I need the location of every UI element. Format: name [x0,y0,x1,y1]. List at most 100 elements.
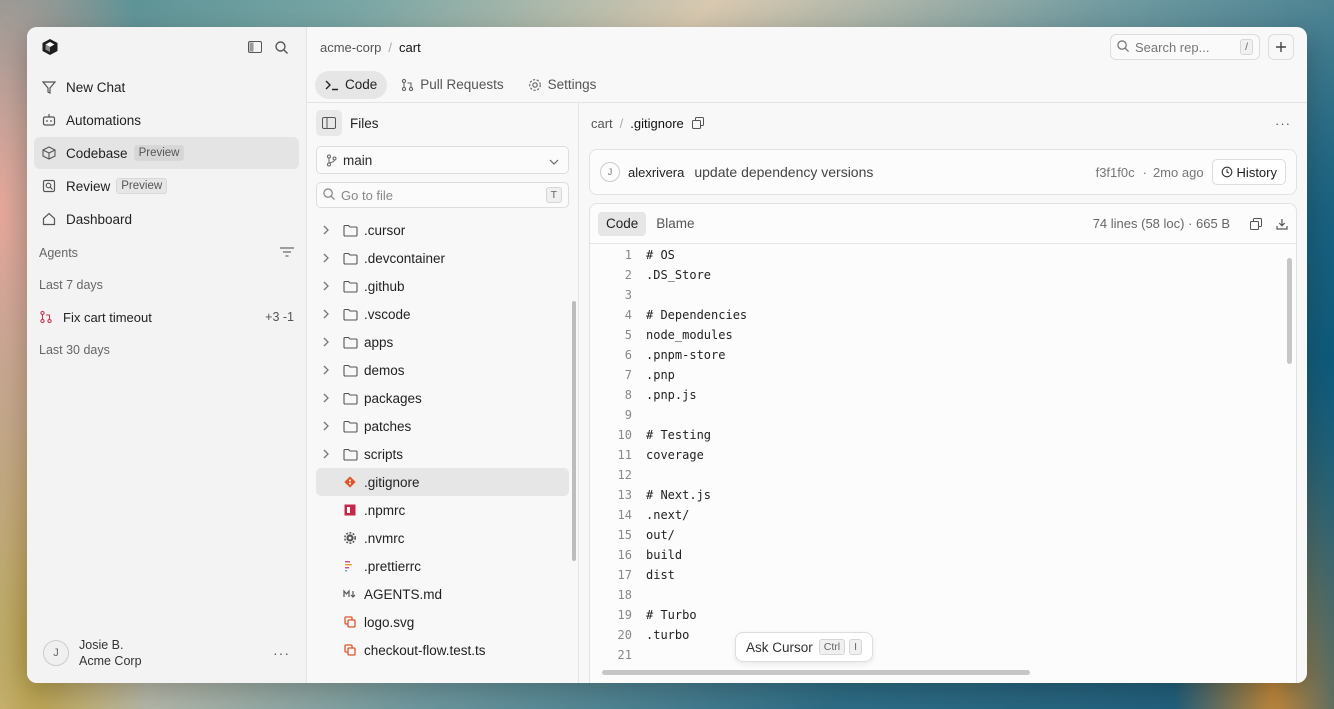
code-line: 17 dist [590,565,1296,585]
more-options-icon[interactable]: ··· [1275,116,1291,131]
code-line: 8 .pnp.js [590,385,1296,405]
tree-file-row[interactable]: AGENTS.md [316,580,569,608]
svg-icon [342,616,358,628]
breadcrumb-repo[interactable]: cart [399,40,421,55]
avatar[interactable]: J [43,640,69,666]
commit-author[interactable]: alexrivera [628,165,684,180]
nav-label: Automations [66,112,142,128]
line-content: # Testing [646,428,712,442]
branch-name: main [343,152,373,168]
code-line: 20 .turbo [590,625,1296,645]
line-number: 6 [624,348,632,362]
tree-file-row[interactable]: .gitignore [316,468,569,496]
code-vertical-scrollbar[interactable] [1287,258,1292,364]
tree-folder-row[interactable]: packages [316,384,569,412]
dashboard-icon [42,212,58,226]
file-name: .gitignore [364,474,420,490]
tree-file-row[interactable]: .nvmrc [316,524,569,552]
folder-name: .devcontainer [364,250,446,266]
tab-settings[interactable]: Settings [518,71,607,99]
prettier-icon [342,560,358,572]
agent-item-fix-cart-timeout[interactable]: Fix cart timeout +3 -1 [27,301,306,333]
line-content: coverage [646,448,704,462]
folder-name: packages [364,390,422,406]
user-footer[interactable]: J Josie B. Acme Corp ··· [27,633,306,673]
tree-file-row[interactable]: checkout-flow.test.ts [316,636,569,664]
nav-review[interactable]: Review Preview [34,170,299,202]
download-icon[interactable] [1276,218,1288,230]
tree-file-row[interactable]: logo.svg [316,608,569,636]
commit-message[interactable]: update dependency versions [694,164,1095,180]
file-tree-scrollbar[interactable] [572,301,576,561]
tree-file-row[interactable]: .prettierrc [316,552,569,580]
go-to-file-placeholder: Go to file [341,187,394,203]
more-options-icon[interactable]: ··· [273,645,290,661]
files-title: Files [350,115,379,131]
line-number: 7 [624,368,632,382]
copy-path-icon[interactable] [691,117,704,129]
markdown-icon [342,589,358,599]
agents-header: Agents [27,237,306,269]
repo-search-input[interactable]: Search rep... / [1110,34,1260,60]
review-icon [42,179,58,193]
commit-sha[interactable]: f3f1f0c [1096,165,1135,180]
line-number: 8 [624,388,632,402]
tree-folder-row[interactable]: patches [316,412,569,440]
view-tab-code[interactable]: Code [598,211,647,236]
line-number: 14 [617,508,632,522]
code-horizontal-scrollbar[interactable] [602,670,1030,675]
go-to-file-input[interactable]: Go to file T [316,182,569,208]
search-icon[interactable] [270,36,292,58]
tab-code[interactable]: Code [315,70,388,99]
tree-folder-row[interactable]: .cursor [316,216,569,244]
toggle-file-tree-icon[interactable] [316,110,342,136]
file-name: .nvmrc [364,530,405,546]
breadcrumb-org[interactable]: acme-corp [320,40,381,55]
tree-folder-row[interactable]: .devcontainer [316,244,569,272]
path-repo[interactable]: cart [591,116,613,131]
code-line: 7 .pnp [590,365,1296,385]
branch-icon [39,310,55,324]
nav-new-chat[interactable]: New Chat [34,71,299,103]
tree-folder-row[interactable]: .vscode [316,300,569,328]
tree-folder-row[interactable]: .github [316,272,569,300]
branch-selector[interactable]: main [316,146,569,174]
toggle-sidebar-icon[interactable] [244,36,266,58]
nav-label: New Chat [66,79,126,95]
line-content: .next/ [646,508,690,522]
new-button[interactable] [1268,34,1294,60]
nav-automations[interactable]: Automations [34,104,299,136]
tree-folder-row[interactable]: scripts [316,440,569,468]
line-number: 3 [624,288,632,302]
tab-pull-requests[interactable]: Pull Requests [391,71,513,99]
line-content: # Next.js [646,488,712,502]
folder-name: scripts [364,446,404,462]
history-button[interactable]: History [1211,159,1286,185]
code-lines[interactable]: 1 # OS 2 .DS_Store 3 4 # Dependencies 5 node_mod… [590,244,1296,665]
line-number: 21 [617,648,632,662]
topbar: acme-corp / cart Search rep... / [307,27,1307,67]
gear-icon [528,78,542,92]
tree-folder-row[interactable]: demos [316,356,569,384]
tree-file-row[interactable]: .npmrc [316,496,569,524]
nav-codebase[interactable]: Codebase Preview [34,137,299,169]
file-name: logo.svg [364,614,415,630]
chevron-right-icon [322,253,336,263]
code-line: 9 [590,405,1296,425]
folder-name: .cursor [364,222,406,238]
code-line: 3 [590,285,1296,305]
filter-icon[interactable] [280,246,294,260]
nav-dashboard[interactable]: Dashboard [34,203,299,235]
code-line: 4 # Dependencies [590,305,1296,325]
line-content: .pnp.js [646,388,697,402]
tree-folder-row[interactable]: apps [316,328,569,356]
folder-icon [342,448,358,461]
ask-cursor-button[interactable]: Ask Cursor Ctrl I [735,632,874,662]
copy-icon[interactable] [1250,217,1262,230]
commit-author-avatar: J [600,162,620,182]
code-line: 14 .next/ [590,505,1296,525]
view-tab-blame[interactable]: Blame [648,212,702,236]
cursor-logo-icon[interactable] [41,38,59,56]
file-name: AGENTS.md [364,586,443,602]
pull-request-icon [401,78,414,92]
